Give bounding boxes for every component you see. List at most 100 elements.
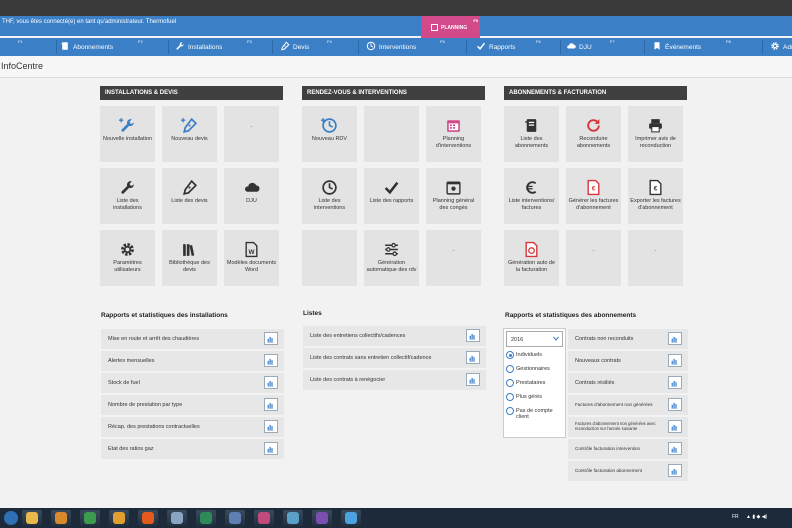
nav-item-événements[interactable]: Événements: [652, 38, 701, 56]
tile-label: DJU: [246, 198, 257, 204]
paint-icon[interactable]: [254, 510, 274, 526]
visual-studio-icon[interactable]: [312, 510, 332, 526]
list-title: Rapports et statistiques des abonnements: [505, 312, 637, 319]
year-select[interactable]: 2016: [506, 331, 563, 347]
radio-option[interactable]: Pas de compte client: [506, 407, 564, 420]
nav-function-key: F3: [247, 39, 252, 44]
tile-books[interactable]: Bibliothèque des devis: [162, 230, 217, 286]
report-row[interactable]: Factures d'abonnement non générées avec …: [568, 417, 688, 437]
file-explorer-icon[interactable]: [22, 510, 42, 526]
report-row[interactable]: Contrôle facturation abonnement: [568, 461, 688, 481]
tile-euro[interactable]: Liste interventions/ factures: [504, 168, 559, 224]
report-row[interactable]: Etat des ratios gaz: [101, 439, 284, 459]
tile-invoice-auto[interactable]: Génération auto de la facturation: [504, 230, 559, 286]
chart-icon[interactable]: [466, 329, 480, 342]
tile-wrench[interactable]: Liste des installations: [100, 168, 155, 224]
tile-wrench-plus[interactable]: Nouvelle installation: [100, 106, 155, 162]
report-row[interactable]: Nouveaux contrats: [568, 351, 688, 371]
tile-invoice-export[interactable]: € Exporter les factures d'abonnement: [628, 168, 683, 224]
nav-item-adm[interactable]: Adm: [770, 38, 792, 56]
tile-clock-plus[interactable]: Nouveau RDV: [302, 106, 357, 162]
language-indicator[interactable]: FR: [732, 514, 739, 520]
chart-icon[interactable]: [668, 398, 682, 411]
tile-word[interactable]: W Modèles documents Word: [224, 230, 279, 286]
chart-icon[interactable]: [668, 376, 682, 389]
radio-button[interactable]: [506, 365, 514, 373]
report-row[interactable]: Contrôle facturation intervention: [568, 439, 688, 459]
chart-icon[interactable]: [466, 373, 480, 386]
wrench-icon: [100, 178, 155, 196]
excel-icon[interactable]: [196, 510, 216, 526]
report-row[interactable]: Stock de fuel: [101, 373, 284, 393]
report-row[interactable]: Liste des contrats à renégocier: [303, 370, 486, 390]
thermofuel-icon[interactable]: [341, 510, 361, 526]
tile-clock[interactable]: Liste des interventions: [302, 168, 357, 224]
report-row[interactable]: Nombre de prestation par type: [101, 395, 284, 415]
nav-item-interventions[interactable]: Interventions: [366, 38, 416, 56]
word-icon[interactable]: [225, 510, 245, 526]
radio-button[interactable]: [506, 351, 514, 359]
chrome-icon[interactable]: [80, 510, 100, 526]
report-row[interactable]: Liste des entretiens collectifs/cadences: [303, 326, 486, 346]
tile-calendar[interactable]: Planning d'interventions: [426, 106, 481, 162]
media-player-icon[interactable]: [51, 510, 71, 526]
tile-renew[interactable]: Reconduire abonnements: [566, 106, 621, 162]
radio-option[interactable]: Plus gérés: [506, 393, 564, 401]
tools-icon[interactable]: [167, 510, 187, 526]
check-icon: [476, 41, 486, 53]
firefox-icon[interactable]: [138, 510, 158, 526]
tile-printer[interactable]: Imprimer avis de reconduction: [628, 106, 683, 162]
tile-invoice-gen[interactable]: € Générer les factures d'abonnement: [566, 168, 621, 224]
nav-item-installations[interactable]: Installations: [175, 38, 222, 56]
chart-icon[interactable]: [264, 420, 278, 433]
report-row[interactable]: Mise en route et arrêt des chaudières: [101, 329, 284, 349]
chart-icon[interactable]: [668, 354, 682, 367]
tile-sun-calendar[interactable]: Planning général des congés: [426, 168, 481, 224]
planning-tab[interactable]: PLANNING F8: [421, 16, 480, 38]
network-icon[interactable]: [283, 510, 303, 526]
report-row[interactable]: Contrats résiliés: [568, 373, 688, 393]
nav-separator: [56, 40, 57, 54]
report-row[interactable]: Liste des contrats sans entretien collec…: [303, 348, 486, 368]
chart-icon[interactable]: [466, 351, 480, 364]
tile-contract[interactable]: Liste des abonnements: [504, 106, 559, 162]
chart-icon[interactable]: [668, 442, 682, 455]
nav-item-rapports[interactable]: Rapports: [476, 38, 515, 56]
radio-option[interactable]: Prestataires: [506, 379, 564, 387]
chart-icon[interactable]: [668, 332, 682, 345]
clock-plus-icon: [302, 116, 357, 134]
report-row-label: Contrats résiliés: [575, 380, 615, 386]
chart-icon[interactable]: [264, 398, 278, 411]
radio-button[interactable]: [506, 407, 514, 415]
tray-icons[interactable]: ▲ ▮ ◆ ◀): [746, 514, 767, 520]
chart-icon[interactable]: [668, 420, 682, 433]
nav-item-devis[interactable]: Devis: [280, 38, 309, 56]
radio-button[interactable]: [506, 393, 514, 401]
chart-icon[interactable]: [668, 464, 682, 477]
chart-icon[interactable]: [264, 376, 278, 389]
tile-pen-plus[interactable]: Nouveau devis: [162, 106, 217, 162]
report-row[interactable]: Contrats non reconduits: [568, 329, 688, 349]
chart-icon[interactable]: [264, 354, 278, 367]
report-row[interactable]: Factures d'abonnement non générées: [568, 395, 688, 415]
radio-label: Plus gérés: [516, 394, 542, 400]
radio-option[interactable]: Individuels: [506, 351, 564, 359]
outlook-icon[interactable]: [109, 510, 129, 526]
radio-button[interactable]: [506, 379, 514, 387]
tile-check[interactable]: Liste des rapports: [364, 168, 419, 224]
start-button[interactable]: [4, 511, 18, 525]
report-row[interactable]: Alertes mensuelles: [101, 351, 284, 371]
tile-label: Liste des abonnements: [514, 136, 549, 149]
radio-option[interactable]: Gestionnaires: [506, 365, 564, 373]
nav-item-dju[interactable]: DJU: [566, 38, 592, 56]
tile-pen[interactable]: Liste des devis: [162, 168, 217, 224]
nav-label: Interventions: [379, 43, 417, 51]
tile-sliders[interactable]: Génération automatique des rdv: [364, 230, 419, 286]
tile-label: Exporter les factures d'abonnement: [630, 198, 681, 211]
report-row[interactable]: Récap. des prestations contractuelles: [101, 417, 284, 437]
chart-icon[interactable]: [264, 442, 278, 455]
tile-cloud[interactable]: DJU: [224, 168, 279, 224]
nav-item-abonnements[interactable]: Abonnements: [60, 38, 113, 56]
tile-gear[interactable]: Paramètres utilisateurs: [100, 230, 155, 286]
chart-icon[interactable]: [264, 332, 278, 345]
